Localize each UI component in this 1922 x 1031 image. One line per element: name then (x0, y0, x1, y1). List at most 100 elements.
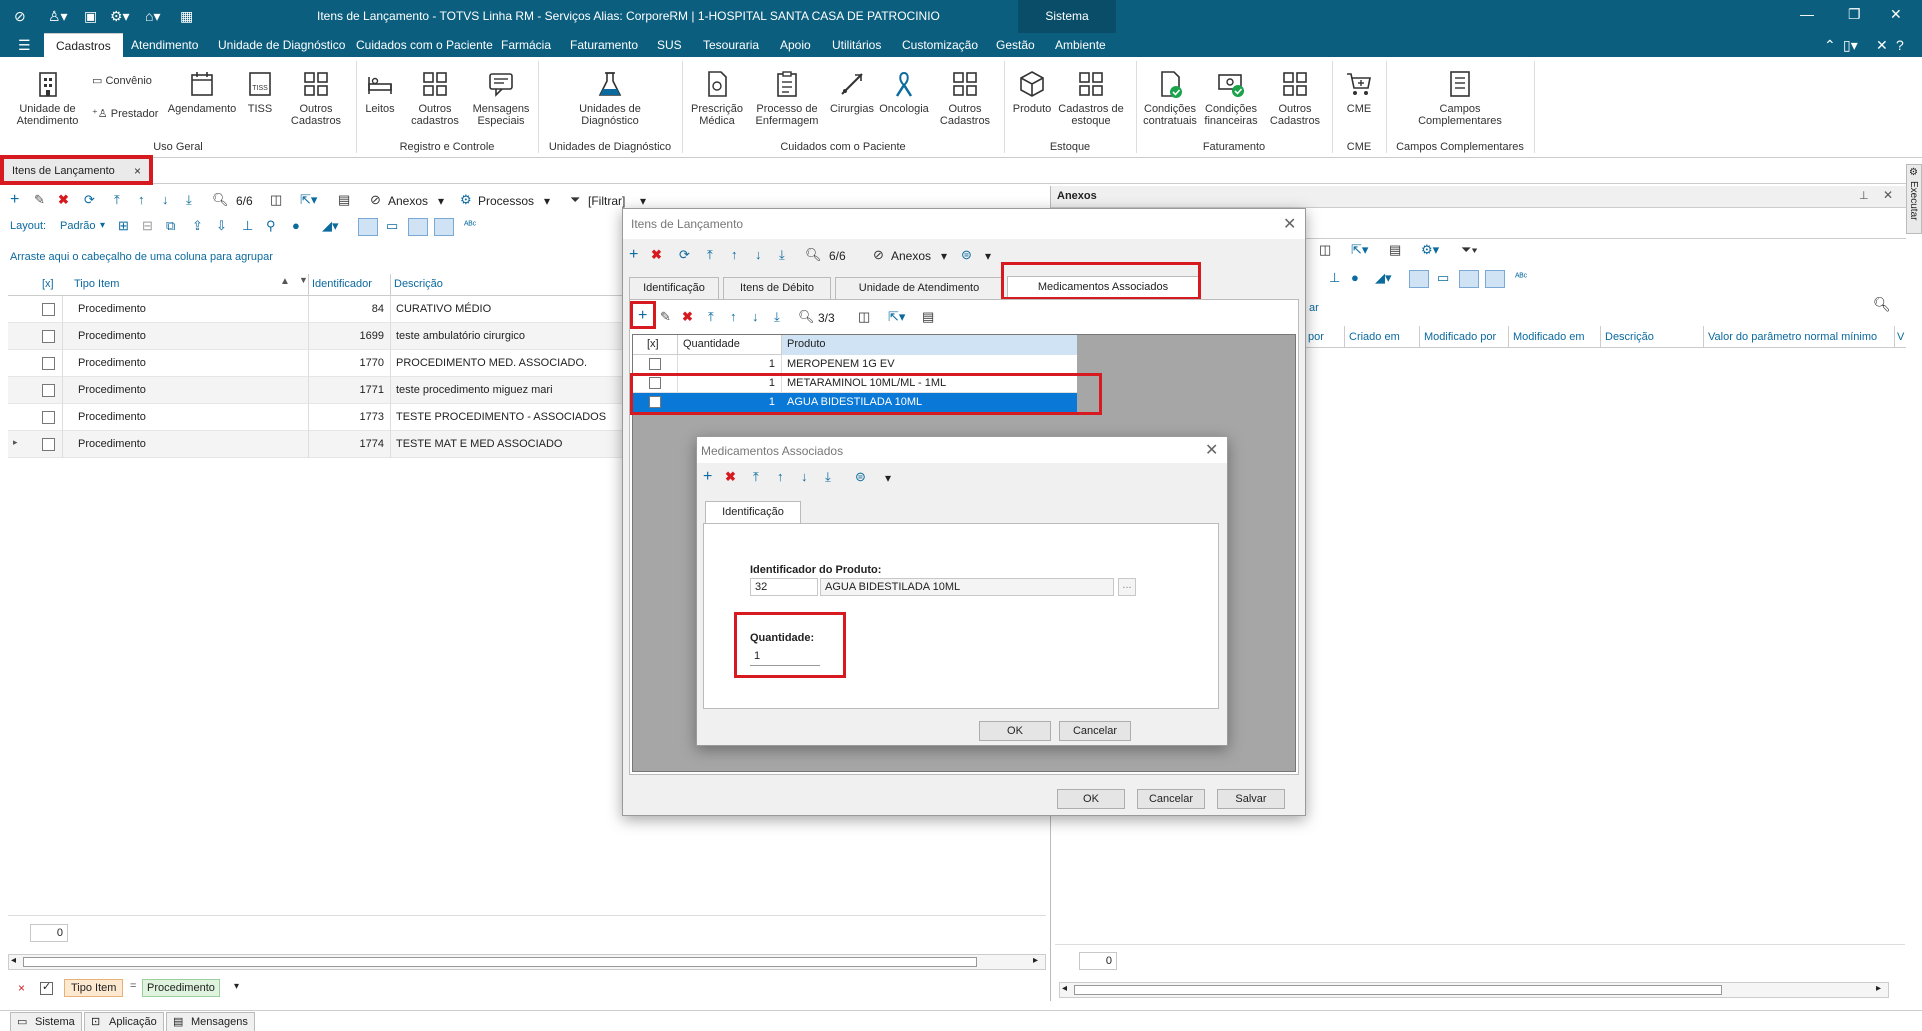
menu-tab-faturamento[interactable]: Faturamento (570, 33, 638, 57)
refresh-icon[interactable]: ⟳ (84, 192, 95, 208)
scroll-thumb[interactable] (23, 957, 977, 967)
scroll-thumb[interactable] (1074, 985, 1722, 995)
col-check[interactable]: [x] (42, 278, 54, 290)
filtrar-button[interactable]: [Filtrar] (588, 194, 625, 208)
filter-field[interactable]: Tipo Item (64, 979, 124, 997)
table-row[interactable]: Procedimento 1773 TESTE PROCEDIMENTO - A… (8, 404, 622, 431)
next-icon[interactable]: ↓ (162, 192, 169, 208)
system-tab[interactable]: Sistema (1018, 0, 1116, 33)
view-mode-1-icon[interactable] (1409, 270, 1429, 288)
view-mode-4-icon[interactable] (434, 218, 454, 236)
row-checkbox[interactable] (649, 358, 661, 370)
prescricao-medica-button[interactable]: Prescrição Médica (690, 69, 744, 127)
horizontal-scrollbar[interactable]: ◂ ▸ (8, 954, 1046, 970)
filter-value[interactable]: Procedimento (142, 979, 220, 997)
export-icon[interactable]: ⇱▾ (1351, 242, 1368, 258)
help-icon[interactable]: ? (1896, 37, 1904, 53)
row-checkbox[interactable] (42, 384, 55, 397)
close-dialog-icon[interactable]: ✕ (1283, 214, 1296, 234)
add-icon[interactable]: + (703, 469, 712, 485)
pin-panel-icon[interactable]: ⊥ (1859, 189, 1869, 202)
color-icon[interactable]: ● (292, 218, 300, 234)
delete-icon[interactable]: ✖ (651, 247, 662, 263)
table-row[interactable]: Procedimento 1699 teste ambulatório ciru… (8, 323, 622, 350)
table-row[interactable]: 1 MEROPENEM 1G EV (633, 355, 1077, 374)
menu-tab-customizacao[interactable]: Customização (902, 33, 978, 57)
processos-button[interactable]: Processos (478, 194, 534, 208)
next-icon[interactable]: ↓ (755, 247, 762, 263)
close-doc-icon[interactable]: ✕ (1876, 37, 1888, 53)
delete-icon[interactable]: ✖ (725, 469, 736, 485)
tiss-button[interactable]: TISS TISS (245, 69, 275, 115)
scroll-right-icon[interactable]: ▸ (1033, 955, 1038, 966)
close-sub-dialog-icon[interactable]: ✕ (1205, 440, 1218, 460)
clear-filter-icon[interactable]: × (18, 981, 25, 995)
report-icon[interactable]: ▤ (338, 192, 350, 208)
scroll-left-icon[interactable]: ◂ (11, 955, 16, 966)
outros-cadastros-button-2[interactable]: Outros cadastros (404, 69, 466, 127)
prod-id-input[interactable]: 32 (750, 578, 818, 596)
color-icon[interactable]: ● (1351, 270, 1359, 286)
menu-tab-ambiente[interactable]: Ambiente (1055, 33, 1106, 57)
user-icon[interactable]: ♙▾ (48, 8, 68, 24)
layout-dropdown-icon[interactable]: ▾ (100, 220, 105, 231)
tab-identificacao[interactable]: Identificação (629, 277, 719, 299)
view-mode-1-icon[interactable] (358, 218, 378, 236)
row-checkbox[interactable] (42, 303, 55, 316)
search-icon[interactable]: 🔍︎ (805, 247, 822, 263)
globe-dropdown-icon[interactable]: ▾ (985, 249, 991, 263)
hamburger-icon[interactable]: ☰ (18, 37, 31, 53)
report-icon[interactable]: ▤ (922, 309, 934, 325)
anexos-button[interactable]: Anexos (388, 194, 428, 208)
previous-icon[interactable]: ↑ (730, 309, 737, 325)
menu-tab-tesouraria[interactable]: Tesouraria (703, 33, 759, 57)
first-icon[interactable]: ⤒ (708, 309, 714, 325)
scroll-right-icon[interactable]: ▸ (1876, 983, 1881, 994)
columns-icon[interactable]: ◫ (1319, 242, 1331, 258)
row-checkbox[interactable] (42, 357, 55, 370)
edit-icon[interactable]: ✎ (660, 309, 671, 325)
lookup-button[interactable]: ... (1118, 578, 1136, 596)
chart-icon[interactable]: ◢▾ (322, 218, 339, 234)
col-descricao[interactable]: Descrição (394, 278, 443, 290)
sub-ok-button[interactable]: OK (979, 721, 1051, 741)
add-icon[interactable]: + (10, 192, 19, 208)
layout-icon[interactable]: ▯▾ (1843, 37, 1858, 53)
outros-cadastros-button-1[interactable]: Outros Cadastros (282, 69, 350, 127)
status-tab-sistema[interactable]: ▭ Sistema (10, 1012, 82, 1031)
col-produto[interactable]: Produto (787, 338, 826, 350)
search-icon[interactable]: 🔍︎ (212, 192, 229, 208)
table-row[interactable]: Procedimento 84 CURATIVO MÉDIO (8, 296, 622, 323)
view-mode-2-icon[interactable]: ▭ (1437, 270, 1449, 286)
cirurgias-button[interactable]: Cirurgias (829, 69, 875, 115)
next-icon[interactable]: ↓ (752, 309, 759, 325)
sub-cancel-button[interactable]: Cancelar (1059, 721, 1131, 741)
window-icon[interactable]: ▣ (84, 8, 97, 24)
globe-dropdown-icon[interactable]: ▾ (885, 471, 891, 485)
collapse-icon[interactable]: ⊟ (142, 218, 153, 234)
unidades-diagnostico-button[interactable]: Unidades de Diagnóstico (566, 69, 654, 127)
export-icon[interactable]: ⇱▾ (300, 192, 317, 208)
globe-icon[interactable]: ⊜ (855, 469, 866, 485)
tab-itens-debito[interactable]: Itens de Débito (723, 277, 831, 299)
save-button[interactable]: Salvar (1217, 789, 1285, 809)
leitos-button[interactable]: Leitos (362, 69, 398, 115)
close-icon[interactable]: ✕ (1890, 6, 1902, 22)
refresh-icon[interactable]: ⟳ (679, 247, 690, 263)
dialog-anexos-button[interactable]: Anexos (891, 249, 931, 263)
columns-icon[interactable]: ◫ (270, 192, 282, 208)
collapse-ribbon-icon[interactable]: ⌃ (1824, 37, 1836, 53)
copy-icon[interactable]: ⧉ (166, 218, 175, 234)
export-icon[interactable]: ⇱▾ (888, 309, 905, 325)
table-row[interactable]: Procedimento 1770 PROCEDIMENTO MED. ASSO… (8, 350, 622, 377)
view-mode-4-icon[interactable] (1485, 270, 1505, 288)
menu-tab-sus[interactable]: SUS (657, 33, 682, 57)
menu-tab-cuidados[interactable]: Cuidados com o Paciente (356, 33, 493, 57)
row-checkbox[interactable] (42, 330, 55, 343)
ok-button[interactable]: OK (1057, 789, 1125, 809)
restore-icon[interactable]: ❐ (1848, 6, 1861, 22)
first-icon[interactable]: ⤒ (707, 247, 713, 263)
menu-tab-gestao[interactable]: Gestão (996, 33, 1035, 57)
row-checkbox[interactable] (42, 411, 55, 424)
table-row[interactable]: Procedimento 1771 teste procedimento mig… (8, 377, 622, 404)
